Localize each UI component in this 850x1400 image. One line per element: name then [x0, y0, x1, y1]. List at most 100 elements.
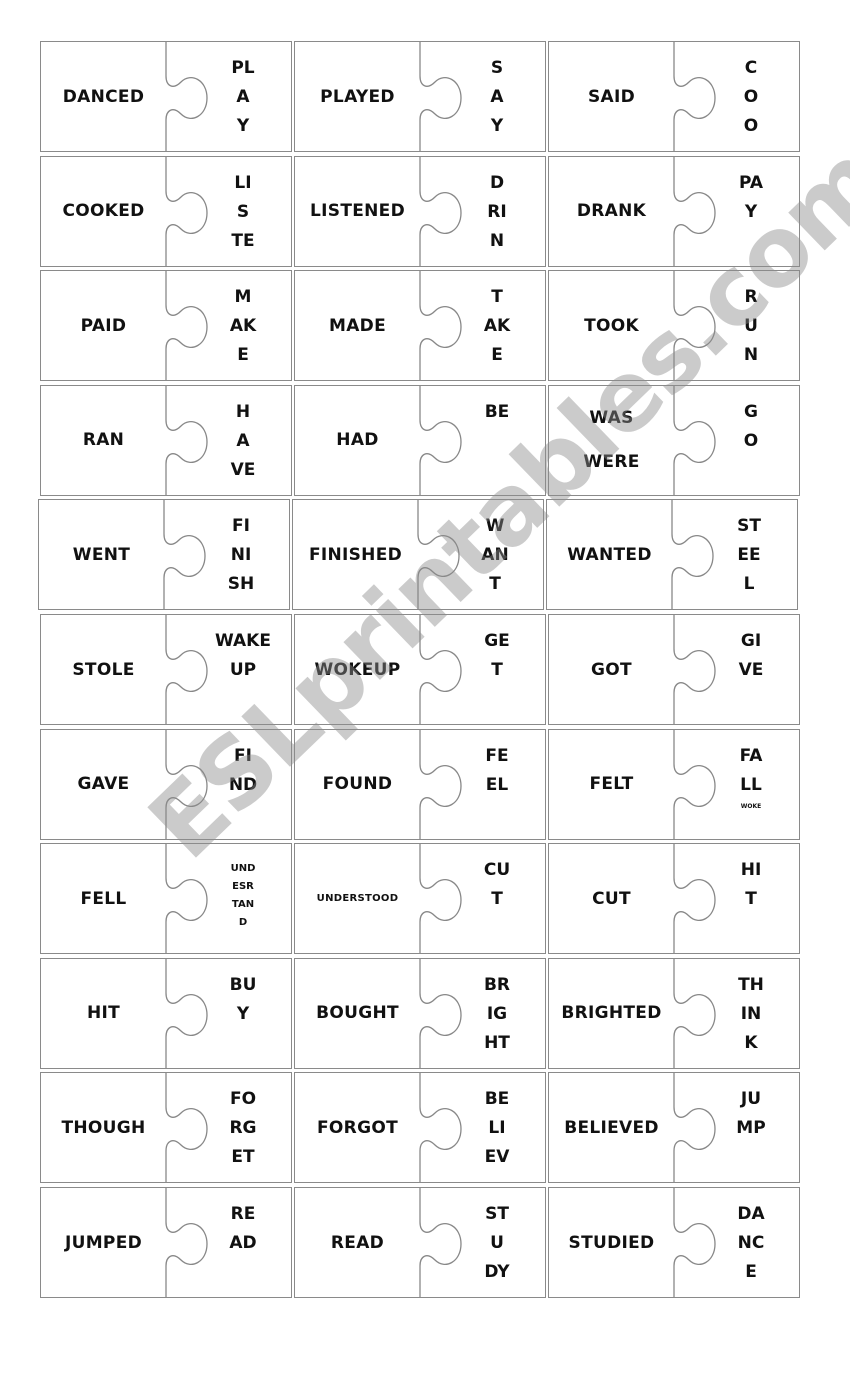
word-fragment: O: [743, 87, 759, 107]
puzzle-piece: WAS WERE G O: [548, 384, 800, 496]
word-line: RAN: [82, 430, 125, 451]
word-line: CUT: [592, 888, 631, 909]
puzzle-piece: UNDERSTOOD CU T: [294, 843, 546, 955]
word-line: BRIGHTED: [561, 1003, 662, 1024]
word-fragment: PA: [738, 172, 764, 193]
word-fragment: AD: [229, 1233, 257, 1253]
word-fragment: M: [234, 287, 252, 308]
word-fragment: T: [491, 889, 503, 910]
puzzle-piece: MADE T AK E: [294, 270, 546, 382]
base-verb-word: ST U DY: [447, 1200, 545, 1287]
word-fragment: DA: [737, 1204, 765, 1224]
word-fragment: UP: [229, 660, 257, 680]
base-verb-word: GE T: [447, 627, 545, 685]
word-fragment: NC: [737, 1233, 765, 1253]
base-verb-word: TH IN K: [701, 971, 799, 1058]
base-verb-word: FI ND: [193, 742, 291, 800]
past-tense-word: PAID: [41, 271, 166, 380]
word-fragment: C: [744, 58, 758, 78]
word-line: GOT: [591, 659, 632, 680]
word-fragment: A: [490, 87, 504, 107]
word-line: DRANK: [576, 201, 647, 222]
word-fragment: EL: [485, 774, 509, 795]
past-tense-word: BOUGHT: [295, 959, 420, 1068]
word-fragment: AK: [483, 316, 511, 337]
base-verb-word: H A VE: [193, 398, 291, 485]
word-fragment: IN: [740, 1003, 762, 1024]
puzzle-piece: RAN H A VE: [40, 384, 292, 496]
base-verb-word: JU MP: [701, 1085, 799, 1143]
word-fragment: ET: [231, 1147, 255, 1168]
word-fragment: PL: [231, 58, 255, 78]
word-fragment: BR: [483, 974, 511, 995]
word-line: WENT: [72, 544, 131, 565]
word-line: FOUND: [322, 774, 393, 795]
puzzle-piece: PLAYED S A Y: [294, 41, 546, 152]
word-fragment: U: [744, 316, 758, 337]
past-tense-word: FELT: [549, 730, 674, 839]
past-tense-word: DRANK: [549, 157, 674, 266]
word-fragment: ND: [228, 774, 258, 795]
word-fragment: IG: [486, 1003, 508, 1024]
base-verb-word: FE EL: [447, 742, 545, 800]
puzzle-piece: FOUND FE EL: [294, 728, 546, 840]
base-verb-word: BU Y: [193, 971, 291, 1029]
past-tense-word: SAID: [549, 42, 674, 151]
past-tense-word: DANCED: [41, 42, 166, 151]
base-verb-word: FA LL WOKE: [701, 742, 799, 814]
word-line: FELL: [80, 888, 127, 909]
past-tense-word: COOKED: [41, 157, 166, 266]
past-tense-word: READ: [295, 1188, 420, 1297]
word-fragment: HI: [740, 860, 762, 881]
word-line: LISTENED: [310, 201, 405, 222]
past-tense-word: FELL: [41, 844, 166, 953]
past-tense-word: HIT: [41, 959, 166, 1068]
past-tense-word: RAN: [41, 386, 166, 495]
base-verb-word: GI VE: [701, 627, 799, 685]
word-fragment: G: [744, 401, 758, 422]
past-tense-word: JUMPED: [41, 1188, 166, 1297]
word-fragment: N: [489, 230, 505, 251]
word-fragment: D: [238, 917, 248, 929]
word-line: HIT: [86, 1003, 121, 1024]
word-line: PLAYED: [320, 86, 395, 107]
word-fragment: VE: [230, 459, 256, 480]
base-verb-word: COO: [701, 54, 799, 141]
word-fragment: LI: [488, 1118, 506, 1139]
word-line: JUMPED: [64, 1232, 143, 1253]
base-verb-word: WAKE UP: [193, 627, 291, 685]
puzzle-piece: COOKED LI S TE: [40, 155, 292, 267]
past-tense-word: FORGOT: [295, 1073, 420, 1182]
word-fragment: A: [236, 87, 250, 107]
puzzle-piece: WENT FI NI SH: [38, 499, 290, 611]
puzzle-piece: GOT GI VE: [548, 614, 800, 725]
puzzle-piece: FINISHED W AN T: [292, 499, 544, 611]
word-fragment: LL: [740, 774, 762, 795]
puzzle-piece: FORGOT BE LI EV: [294, 1072, 546, 1184]
word-line: COOKED: [62, 201, 145, 222]
word-fragment: DY: [484, 1262, 510, 1282]
puzzle-piece: STUDIED DA NC E: [548, 1187, 800, 1298]
puzzle-piece: HAD BE: [294, 384, 546, 496]
word-fragment: Y: [236, 1003, 250, 1024]
word-fragment: VE: [738, 660, 764, 680]
word-fragment: R: [744, 287, 758, 308]
word-fragment: TH: [738, 974, 764, 995]
word-fragment: FO: [229, 1089, 257, 1110]
word-line: GAVE: [77, 774, 130, 795]
word-fragment: WAKE: [215, 631, 271, 651]
word-line: STOLE: [72, 659, 135, 680]
base-verb-word: BR IG HT: [447, 971, 545, 1058]
puzzle-piece: FELL UND ESR TAN D: [40, 843, 292, 955]
word-line: FINISHED: [308, 544, 403, 565]
word-line: WOKEUP: [314, 659, 401, 680]
word-line: WANTED: [567, 544, 652, 565]
word-line: FORGOT: [317, 1117, 398, 1138]
puzzle-piece: DRANK PA Y: [548, 155, 800, 267]
word-fragment: O: [743, 430, 759, 451]
word-line: PAID: [80, 315, 127, 336]
word-fragment: GI: [740, 631, 762, 651]
past-tense-word: BELIEVED: [549, 1073, 674, 1182]
base-verb-word: DA NC E: [701, 1200, 799, 1287]
word-fragment: S: [236, 201, 250, 222]
